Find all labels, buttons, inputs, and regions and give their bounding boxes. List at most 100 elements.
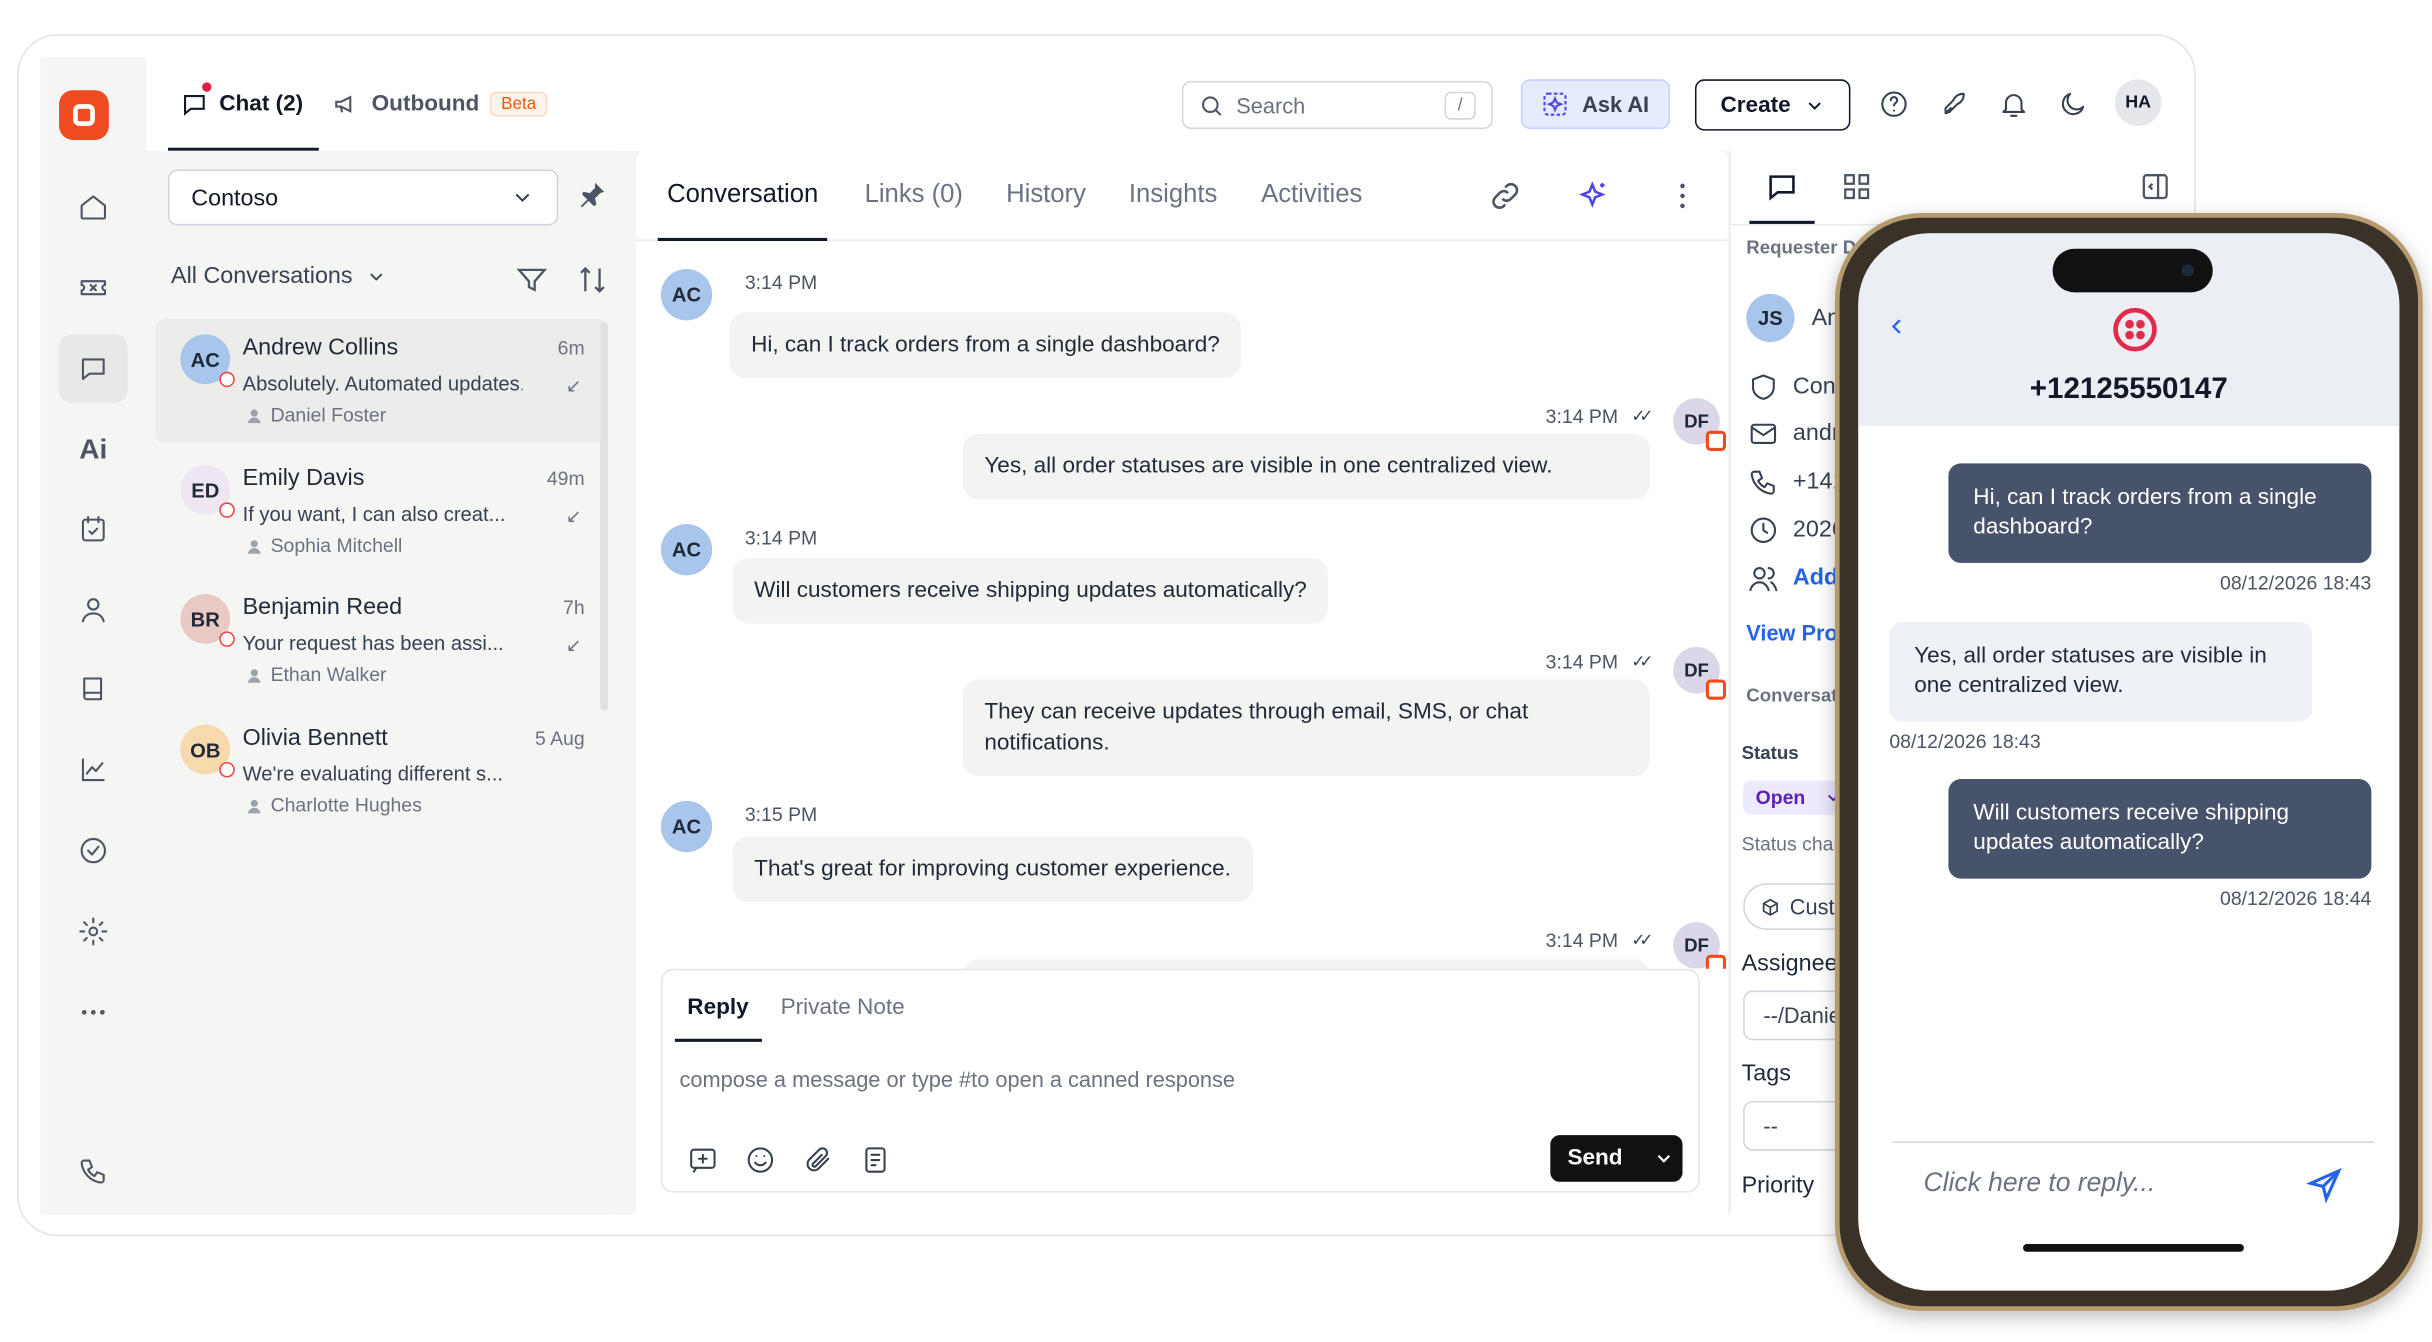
sparkle-icon [1544,92,1568,116]
agent-message: They can receive updates through email, … [962,679,1650,776]
conversation-panel: Conversation Links (0) History Insights … [635,150,1728,1215]
tab-history[interactable]: History [1006,180,1086,210]
moon-icon[interactable] [2054,86,2091,123]
create-button[interactable]: Create [1694,79,1851,131]
channel-badge [219,631,235,647]
send-icon[interactable] [2306,1166,2343,1204]
search-shortcut: / [1444,90,1476,119]
phone-header: +12125550147 [1858,233,2400,427]
grid-icon[interactable] [1840,169,1874,203]
message-preview: Absolutely. Automated updates... [242,371,523,395]
megaphone-icon [335,95,352,113]
chevron-down-icon[interactable] [1654,1148,1676,1170]
canned-response-icon[interactable] [860,1144,891,1175]
conversation-item[interactable]: AC Andrew Collins 6m Absolutely. Automated … [155,318,607,444]
tab-reply[interactable]: Reply [675,995,761,1042]
assignee-label: Assignee [1741,950,1838,977]
list-scrollbar[interactable] [600,321,609,711]
conversation-item[interactable]: BR Benjamin Reed 7h Your request has been a… [156,578,607,702]
search-icon [1202,95,1222,116]
link-icon[interactable] [1488,179,1522,213]
workspace-select[interactable]: Contoso [167,169,559,226]
tab-activities[interactable]: Activities [1261,180,1362,210]
search-placeholder: Search [1236,92,1306,118]
contact-name: Benjamin Reed [242,594,403,621]
collapse-panel-icon[interactable] [2138,169,2172,203]
person-icon [247,539,261,553]
top-bar: Chat (2) Outbound Beta Search / Ask AI C… [146,57,2176,151]
phone-mockup: +12125550147 Hi, can I track orders from… [1834,213,2423,1311]
status-label: Status [1741,741,1799,764]
tab-insights[interactable]: Insights [1129,180,1217,210]
reply-divider [1892,1141,2375,1143]
user-icon[interactable] [59,575,127,643]
home-icon[interactable] [59,173,127,241]
attachment-icon[interactable] [802,1144,833,1175]
gear-icon[interactable] [59,897,127,965]
send-button[interactable]: Send [1550,1135,1683,1182]
tags-label: Tags [1741,1060,1791,1087]
nav-rail: Ai [40,57,147,1215]
assigned-agent: Charlotte Hughes [246,795,422,816]
assignee-value: --/Daniel [1763,1002,1846,1028]
ai-icon[interactable]: Ai [59,415,127,483]
search-input[interactable]: Search / [1181,80,1493,130]
phone-number: +12125550147 [2029,373,2228,406]
ai-sparkle-icon[interactable] [1575,179,1609,213]
check-circle-icon[interactable] [59,816,127,884]
cube-icon [1762,898,1778,916]
tab-links[interactable]: Links (0) [865,180,963,210]
phone-icon[interactable] [59,1137,127,1205]
sms-timestamp: 08/12/2026 18:43 [2220,572,2372,595]
ticket-icon[interactable] [59,253,127,321]
incoming-arrow-icon: ↙ [565,634,582,657]
back-chevron-icon[interactable] [1886,311,1908,342]
book-icon[interactable] [59,655,127,723]
person-icon [247,799,261,813]
send-label: Send [1567,1146,1623,1171]
phone-reply-input[interactable]: Click here to reply... [1924,1168,2156,1199]
chevron-down-icon [369,272,382,281]
person-icon [247,668,261,682]
view-profile-link[interactable]: View Prof [1746,620,1845,645]
calendar-check-icon[interactable] [59,494,127,562]
help-icon[interactable] [1875,86,1912,123]
filter-icon[interactable] [515,263,549,297]
kebab-menu-icon[interactable] [1665,179,1699,213]
agent-name: Daniel Foster [270,404,387,427]
conversation-time: 5 Aug [534,727,585,750]
tab-outbound[interactable]: Outbound Beta [333,58,548,151]
conversation-filter-dropdown[interactable]: All Conversations [171,263,387,289]
conversation-item[interactable]: OB Olivia Bennett 5 Aug We're evaluating di… [156,709,607,833]
phone-screen: +12125550147 Hi, can I track orders from… [1858,233,2400,1291]
customer-avatar: AC [660,524,713,576]
app-logo[interactable] [59,90,109,140]
agent-avatar: DF [1673,398,1727,451]
rocket-icon[interactable] [1936,86,1973,123]
beta-badge: Beta [490,91,548,117]
tab-private-note[interactable]: Private Note [781,995,905,1020]
sort-icon[interactable] [575,263,609,297]
customer-message: Will customers receive shipping updates … [732,558,1329,624]
chat-icon[interactable] [59,334,128,403]
chart-icon[interactable] [59,736,127,804]
bell-icon[interactable] [1995,86,2032,123]
sms-timestamp: 08/12/2026 18:44 [2220,887,2372,910]
ask-ai-button[interactable]: Ask AI [1520,79,1671,130]
conversation-item[interactable]: ED Emily Davis 49m If you want, I can also … [156,449,607,573]
add-note-icon[interactable] [687,1144,718,1175]
reply-textarea[interactable]: compose a message or type #to open a can… [680,1067,1235,1092]
emoji-icon[interactable] [745,1144,776,1175]
user-avatar[interactable]: HA [2114,79,2162,126]
chat-icon[interactable] [1765,169,1799,203]
agent-name: Sophia Mitchell [270,534,403,557]
tab-conversation[interactable]: Conversation [657,180,829,242]
pin-icon[interactable] [577,179,608,210]
priority-label: Priority [1741,1172,1815,1199]
tab-chat[interactable]: Chat (2) [167,58,319,151]
incoming-arrow-icon: ↙ [565,374,582,397]
avatar: BR [180,594,235,647]
contact-name: Emily Davis [242,464,365,492]
more-icon[interactable] [59,978,127,1046]
filter-label: All Conversations [171,262,353,290]
